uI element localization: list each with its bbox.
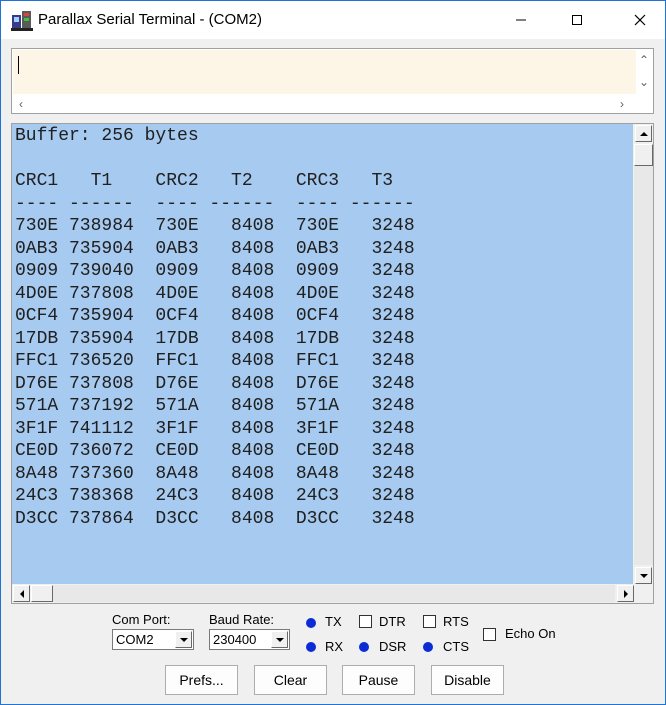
terminal-line: 4D0E 737808 4D0E 8408 4D0E 3248	[15, 283, 415, 304]
disable-button[interactable]: Disable	[431, 665, 504, 695]
cts-indicator-led	[423, 642, 433, 652]
text-caret	[18, 56, 19, 74]
arrow-left-icon	[19, 589, 24, 598]
terminal-line: 0CF4 735904 0CF4 8408 0CF4 3248	[15, 306, 415, 326]
rx-label: RX	[325, 639, 344, 654]
horizontal-scrollbar-thumb[interactable]	[31, 585, 53, 602]
input-horizontal-scrollbar[interactable]: ‹ ›	[12, 95, 636, 113]
scrollbar-track[interactable]	[634, 166, 653, 565]
dtr-label: DTR	[379, 614, 406, 629]
control-panel: Com Port: COM2 Baud Rate: 230400 TX RX D…	[1, 604, 665, 704]
transmit-input-field[interactable]	[13, 50, 637, 94]
scroll-up-button[interactable]	[635, 125, 652, 142]
terminal-output: Buffer: 256 bytes CRC1 T1 CRC2 T2 CRC3 T…	[15, 125, 415, 530]
pause-button[interactable]: Pause	[342, 665, 415, 695]
input-vertical-scrollbar[interactable]: ⌃ ⌄	[636, 49, 653, 95]
terminal-line: Buffer: 256 bytes	[15, 126, 199, 146]
terminal-line: ---- ------ ---- ------ ---- ------	[15, 193, 415, 214]
parallax-app-icon	[11, 11, 33, 31]
transmit-input-box[interactable]: ⌃ ⌄ ‹ ›	[11, 48, 654, 114]
terminal-line: 3F1F 741112 3F1F 8408 3F1F 3248	[15, 418, 415, 439]
clear-button[interactable]: Clear	[254, 665, 327, 695]
arrow-up-icon	[639, 131, 648, 136]
arrow-down-icon	[639, 573, 648, 578]
terminal-line: FFC1 736520 FFC1 8408 FFC1 3248	[15, 351, 415, 371]
arrow-right-icon	[623, 589, 628, 598]
close-button[interactable]	[617, 1, 663, 39]
chevron-down-icon	[275, 637, 284, 642]
scroll-down-icon[interactable]: ⌄	[639, 76, 649, 88]
scroll-down-button[interactable]	[635, 567, 652, 584]
scrollbar-thumb[interactable]	[634, 144, 653, 166]
terminal-line: CRC1 T1 CRC2 T2 CRC3 T3	[15, 171, 394, 191]
baud-rate-select[interactable]: 230400	[209, 629, 290, 650]
terminal-line: 571A 737192 571A 8408 571A 3248	[15, 396, 415, 416]
app-window: Parallax Serial Terminal - (COM2) ⌃ ⌄ ‹ …	[0, 0, 666, 705]
scroll-left-button[interactable]	[13, 585, 30, 602]
tx-indicator-led	[306, 618, 316, 628]
scroll-right-button[interactable]	[617, 585, 634, 602]
com-port-dropdown-button[interactable]	[175, 631, 192, 648]
receive-terminal[interactable]: Buffer: 256 bytes CRC1 T1 CRC2 T2 CRC3 T…	[11, 123, 654, 604]
prefs-button[interactable]: Prefs...	[165, 665, 238, 695]
scroll-up-icon[interactable]: ⌃	[639, 54, 649, 66]
tx-label: TX	[325, 614, 342, 629]
terminal-line: D76E 737808 D76E 8408 D76E 3248	[15, 373, 415, 394]
scroll-left-icon[interactable]: ‹	[19, 98, 23, 110]
dsr-indicator-led	[359, 642, 369, 652]
minimize-icon	[516, 19, 526, 21]
baud-rate-label: Baud Rate:	[209, 612, 275, 627]
dtr-checkbox[interactable]	[359, 615, 372, 628]
cts-label: CTS	[443, 639, 469, 654]
maximize-button[interactable]	[554, 1, 600, 39]
scrollbar-corner	[634, 584, 653, 603]
terminal-horizontal-scrollbar[interactable]	[12, 584, 636, 603]
terminal-line: 0AB3 735904 0AB3 8408 0AB3 3248	[15, 238, 415, 259]
minimize-button[interactable]	[498, 1, 544, 39]
baud-rate-value: 230400	[213, 632, 257, 647]
terminal-line: 0909 739040 0909 8408 0909 3248	[15, 261, 415, 281]
com-port-value: COM2	[116, 632, 154, 647]
chevron-down-icon	[179, 637, 188, 642]
echo-on-label: Echo On	[505, 626, 556, 641]
close-icon	[634, 14, 646, 26]
dsr-label: DSR	[379, 639, 407, 654]
title-bar[interactable]: Parallax Serial Terminal - (COM2)	[1, 1, 665, 39]
rx-indicator-led	[306, 642, 316, 652]
rts-label: RTS	[443, 614, 469, 629]
terminal-line: 17DB 735904 17DB 8408 17DB 3248	[15, 328, 415, 349]
horizontal-scrollbar-track[interactable]	[53, 585, 615, 602]
terminal-vertical-scrollbar[interactable]	[633, 124, 653, 585]
com-port-select[interactable]: COM2	[112, 629, 194, 650]
window-title: Parallax Serial Terminal - (COM2)	[38, 11, 262, 28]
rts-checkbox[interactable]	[423, 615, 436, 628]
terminal-line: 8A48 737360 8A48 8408 8A48 3248	[15, 463, 415, 484]
terminal-line: CE0D 736072 CE0D 8408 CE0D 3248	[15, 441, 415, 461]
com-port-label: Com Port:	[112, 612, 171, 627]
terminal-line: 730E 738984 730E 8408 730E 3248	[15, 216, 415, 236]
scroll-right-icon[interactable]: ›	[620, 98, 624, 110]
echo-on-checkbox[interactable]	[483, 628, 496, 641]
terminal-line: D3CC 737864 D3CC 8408 D3CC 3248	[15, 508, 415, 529]
maximize-icon	[572, 15, 582, 25]
baud-rate-dropdown-button[interactable]	[271, 631, 288, 648]
terminal-line: 24C3 738368 24C3 8408 24C3 3248	[15, 486, 415, 506]
